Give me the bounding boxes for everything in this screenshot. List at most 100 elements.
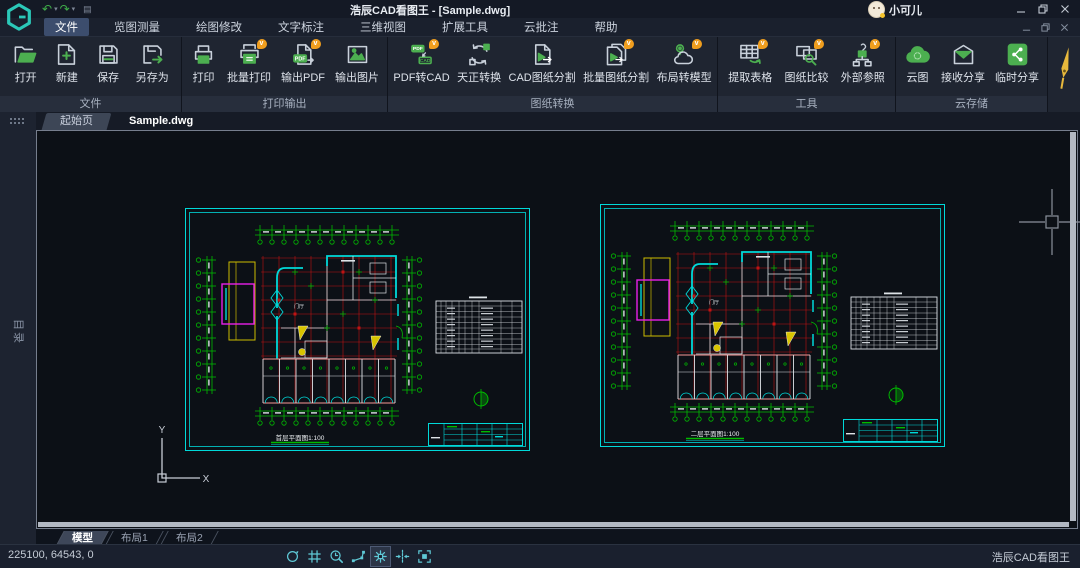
- user-name: 小可儿: [889, 2, 922, 18]
- doc-close-button[interactable]: [1055, 20, 1074, 34]
- doc-restore-button[interactable]: [1036, 20, 1055, 34]
- window-controls: [1010, 0, 1076, 17]
- title-bar: ↶ ▾ ↷ ▾ ▤ 浩辰CAD看图王 - [Sample.dwg] 小可儿: [0, 0, 1080, 18]
- layout-to-model-button[interactable]: v布局转模型: [655, 40, 714, 86]
- drawing-title: 首层平面图1:100: [276, 433, 325, 442]
- grid-toggle-icon[interactable]: [305, 547, 324, 566]
- print-icon: [190, 41, 217, 68]
- export-image-button[interactable]: 输出图片: [333, 40, 381, 86]
- doc-tab-start-page[interactable]: 起始页: [42, 113, 112, 130]
- left-sidebar: 目录: [0, 112, 37, 545]
- ribbon-group-label-print-output: 打印输出: [182, 96, 387, 112]
- sidebar-panel-tab[interactable]: 目录: [11, 319, 27, 345]
- save-button[interactable]: 保存: [93, 40, 124, 86]
- menu-item-draw-modify[interactable]: 绘图修改: [185, 18, 253, 36]
- svg-text:PDF: PDF: [413, 46, 423, 52]
- drawing-title: 二层平面图1:100: [691, 430, 740, 438]
- vertical-scrollbar[interactable]: [1070, 132, 1076, 521]
- ribbon-group-label-cloud-storage: 云存储: [896, 96, 1047, 112]
- menu-item-cloud-annotate[interactable]: 云批注: [513, 18, 570, 36]
- ribbon-group-tools: v提取表格v图纸比较v外部参照工具: [718, 37, 896, 112]
- batch-print-button[interactable]: v批量打印: [225, 40, 273, 86]
- menu-bar: 文件览图测量绘图修改文字标注三维视图扩展工具云批注帮助: [0, 18, 1080, 37]
- ribbon-group-label-tools: 工具: [718, 96, 895, 112]
- menu-item-3d-view[interactable]: 三维视图: [349, 18, 417, 36]
- undo-icon[interactable]: ↶: [42, 2, 52, 16]
- restore-button[interactable]: [1032, 0, 1054, 17]
- export-image-icon: [344, 41, 371, 68]
- redo-dropdown-icon[interactable]: ▾: [72, 5, 76, 13]
- zoom-time-toggle-icon[interactable]: [327, 547, 346, 566]
- save-as-icon: [139, 41, 166, 68]
- orbit-toggle-icon[interactable]: [283, 547, 302, 566]
- batch-split-icon: v: [603, 41, 630, 68]
- undo-dropdown-icon[interactable]: ▾: [54, 5, 58, 13]
- batch-print-icon: v: [236, 41, 263, 68]
- export-pdf-button[interactable]: PDFv输出PDF: [279, 40, 327, 86]
- polyline-toggle-icon[interactable]: [349, 547, 368, 566]
- save-as-button[interactable]: 另存为: [134, 40, 171, 86]
- user-account[interactable]: 小可儿: [868, 1, 922, 18]
- close-button[interactable]: [1054, 0, 1076, 17]
- doc-tab-label: Sample.dwg: [129, 113, 193, 130]
- receive-share-button[interactable]: 接收分享: [939, 40, 987, 86]
- redo-icon[interactable]: ↷: [60, 2, 70, 16]
- pdf-to-cad-button[interactable]: PDFCADvPDF转CAD: [391, 40, 451, 86]
- vip-badge-icon: v: [257, 39, 267, 49]
- cursor-coordinates: 225100, 64543, 0: [8, 549, 94, 561]
- vip-badge-icon: v: [870, 39, 880, 49]
- ribbon-group-label-convert: 图纸转换: [388, 96, 717, 112]
- ucs-y-label: Y: [159, 425, 166, 436]
- customize-toolbar-icon[interactable]: ▤: [83, 4, 92, 15]
- ribbon-toolbar: 打开新建保存另存为文件打印v批量打印PDFv输出PDF输出图片打印输出PDFCA…: [0, 37, 1080, 112]
- batch-split-button[interactable]: v批量图纸分割: [581, 40, 651, 86]
- horizontal-scrollbar[interactable]: [38, 522, 1069, 527]
- doc-tab-sample-dwg[interactable]: Sample.dwg: [111, 113, 212, 130]
- compare-drawings-button[interactable]: v图纸比较: [783, 40, 831, 86]
- split-drawing-button[interactable]: CAD图纸分割: [507, 40, 578, 86]
- ribbon-group-convert: PDFCADvPDF转CAD天正转换CAD图纸分割v批量图纸分割v布局转模型图纸…: [388, 37, 718, 112]
- layout-tab-model[interactable]: 模型: [56, 531, 108, 545]
- quick-access-toolbar: ↶ ▾ ↷ ▾ ▤: [42, 1, 92, 17]
- minimize-button[interactable]: [1010, 0, 1032, 17]
- layout-tab-layout1[interactable]: 布局1: [105, 531, 163, 545]
- app-window: { "window": { "title": "浩辰CAD看图王 - [Samp…: [0, 0, 1080, 568]
- menu-item-extend-tools[interactable]: 扩展工具: [431, 18, 499, 36]
- vertical-scrollbar-thumb[interactable]: [1070, 132, 1076, 521]
- open-button[interactable]: 打开: [10, 40, 41, 86]
- vip-badge-icon: v: [814, 39, 824, 49]
- menu-item-text-annotate[interactable]: 文字标注: [267, 18, 335, 36]
- user-avatar: [868, 1, 885, 18]
- panel-dock-icon[interactable]: [9, 117, 27, 124]
- document-tab-bar: 起始页 Sample.dwg: [36, 112, 1080, 130]
- snap-mark-toggle-icon[interactable]: [371, 547, 390, 566]
- print-button[interactable]: 打印: [188, 40, 219, 86]
- signature-pen-icon[interactable]: [1050, 43, 1080, 92]
- ucs-axis-icon: Y X: [140, 424, 212, 496]
- ribbon-group-print-output: 打印v批量打印PDFv输出PDF输出图片打印输出: [182, 37, 388, 112]
- status-bar: 225100, 64543, 0 浩辰CAD看图王: [0, 544, 1080, 568]
- new-button[interactable]: 新建: [51, 40, 82, 86]
- external-reference-button[interactable]: v外部参照: [839, 40, 887, 86]
- layout-tab-label: 布局1: [121, 531, 148, 545]
- doc-minimize-button[interactable]: [1017, 20, 1036, 34]
- drawing-canvas[interactable]: 门厅首层平面图1:100 门厅二层平面图1:100 Y X: [36, 130, 1078, 529]
- room-label: 门厅: [709, 299, 719, 306]
- flip-toggle-icon[interactable]: [393, 547, 412, 566]
- menu-item-file[interactable]: 文件: [44, 18, 89, 36]
- extract-table-button[interactable]: v提取表格: [726, 40, 774, 86]
- horizontal-scrollbar-thumb[interactable]: [38, 522, 1069, 527]
- svg-text:PDF: PDF: [294, 56, 305, 62]
- window-title: 浩辰CAD看图王 - [Sample.dwg]: [350, 2, 510, 18]
- cloud-drawing-button[interactable]: 云图: [902, 40, 933, 86]
- external-reference-icon: v: [849, 41, 876, 68]
- menu-item-view-measure[interactable]: 览图测量: [103, 18, 171, 36]
- vip-badge-icon: v: [692, 39, 702, 49]
- vip-badge-icon: v: [758, 39, 768, 49]
- tangent-convert-button[interactable]: 天正转换: [455, 40, 503, 86]
- ribbon-group-label-file: 文件: [0, 96, 181, 112]
- zoom-extents-toggle-icon[interactable]: [415, 547, 434, 566]
- menu-item-help[interactable]: 帮助: [584, 18, 629, 36]
- temp-share-button[interactable]: 临时分享: [993, 40, 1041, 86]
- layout-tab-layout2[interactable]: 布局2: [160, 531, 218, 545]
